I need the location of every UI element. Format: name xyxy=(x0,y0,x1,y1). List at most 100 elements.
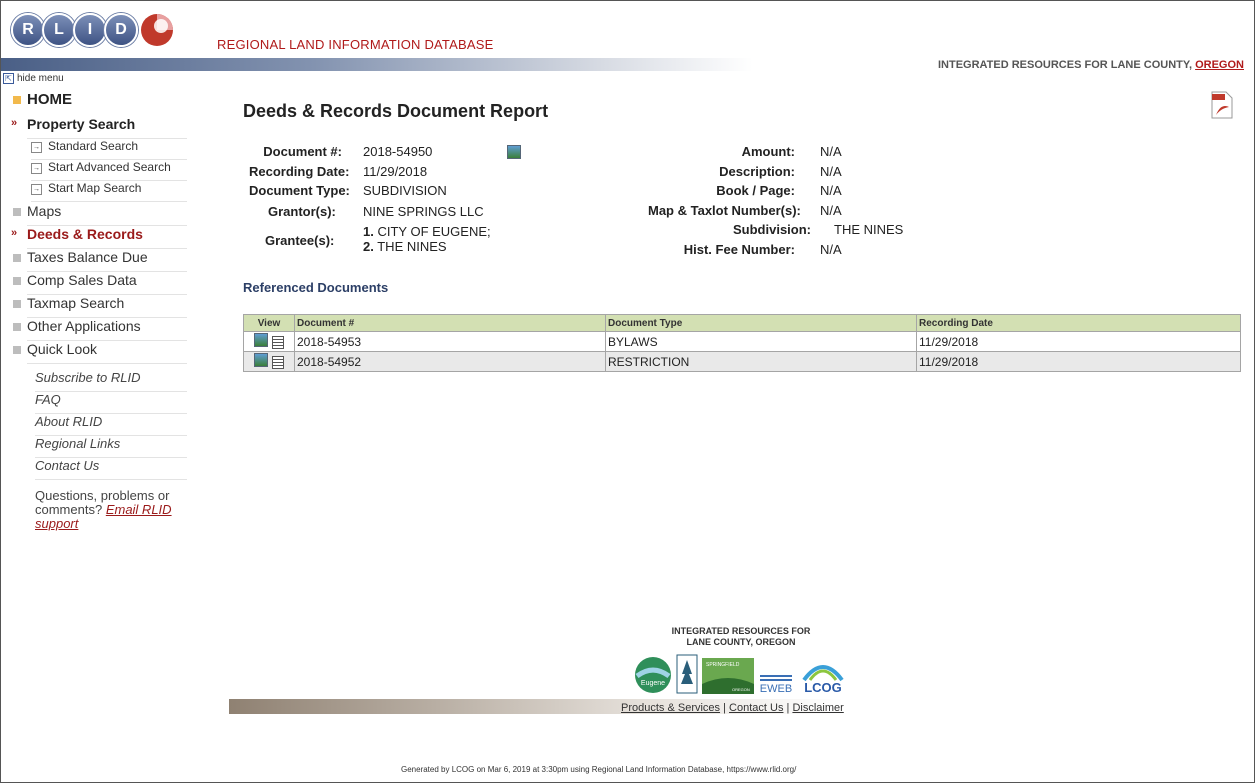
generated-note: Generated by LCOG on Mar 6, 2019 at 3:30… xyxy=(401,765,797,774)
springfield-logo-icon[interactable]: SPRINGFIELD OREGON xyxy=(702,658,754,694)
view-cell xyxy=(243,351,295,372)
sidebar-item-taxes[interactable]: Taxes Balance Due xyxy=(13,249,187,272)
sidebar-link-about[interactable]: About RLID xyxy=(35,414,187,436)
logo-letter-l: L xyxy=(42,13,76,47)
lane-county-logo-icon[interactable] xyxy=(676,654,698,694)
column-recording-date: Recording Date xyxy=(916,314,1241,332)
document-type-cell: RESTRICTION xyxy=(605,351,917,372)
grantee-2-num: 2. xyxy=(363,239,374,254)
sidebar-subitem-advanced-search[interactable]: → Start Advanced Search xyxy=(31,160,187,181)
column-document-number: Document # xyxy=(294,314,606,332)
square-bullet-icon xyxy=(13,254,21,262)
sidebar-link-faq[interactable]: FAQ xyxy=(35,392,187,414)
arrow-box-icon: → xyxy=(31,142,42,153)
sidebar-link-regional[interactable]: Regional Links xyxy=(35,436,187,458)
map-search-label: Start Map Search xyxy=(48,181,142,195)
sidebar-item-property-search[interactable]: » Property Search xyxy=(11,116,187,139)
column-view: View xyxy=(243,314,295,332)
sidebar-item-comp-sales[interactable]: Comp Sales Data xyxy=(13,272,187,295)
products-services-link[interactable]: Products & Services xyxy=(621,702,720,714)
table-row: 2018-54953 BYLAWS 11/29/2018 xyxy=(243,331,1241,352)
footer-contact-link[interactable]: Contact Us xyxy=(729,702,783,714)
document-number-value: 2018-54950 xyxy=(363,144,433,159)
disclaimer-link[interactable]: Disclaimer xyxy=(792,702,843,714)
map-taxlot-value: N/A xyxy=(820,203,842,218)
partner-logos: INTEGRATED RESOURCES FOR LANE COUNTY, OR… xyxy=(601,626,881,694)
recording-date-cell: 11/29/2018 xyxy=(916,351,1241,372)
oregon-link[interactable]: OREGON xyxy=(1195,59,1244,71)
site-header: R L I D REGIONAL LAND INFORMATION DATABA… xyxy=(1,1,1254,59)
arrow-box-icon: → xyxy=(31,184,42,195)
logo-letter-r: R xyxy=(11,13,45,47)
other-apps-label: Other Applications xyxy=(27,318,141,334)
sidebar-item-other-apps[interactable]: Other Applications xyxy=(13,318,187,341)
document-type-cell: BYLAWS xyxy=(605,331,917,352)
logo-letter-d: D xyxy=(104,13,138,47)
image-view-icon[interactable] xyxy=(254,353,269,367)
grantee-label: Grantee(s): xyxy=(265,233,335,248)
grantee-1-value: CITY OF EUGENE; xyxy=(377,224,491,239)
sidebar-link-contact[interactable]: Contact Us xyxy=(35,458,187,480)
grantee-2: 2. THE NINES xyxy=(363,239,447,254)
sidebar-item-deeds-records[interactable]: » Deeds & Records xyxy=(11,226,187,249)
taxmap-label: Taxmap Search xyxy=(27,295,125,311)
description-value: N/A xyxy=(820,164,842,179)
home-square-icon xyxy=(13,96,21,104)
rlid-logo[interactable]: R L I D xyxy=(11,11,175,49)
hide-menu-toggle[interactable]: ⇱ hide menu xyxy=(3,73,64,84)
eweb-logo-icon[interactable]: EWEB xyxy=(758,670,794,694)
logo-letter-i: I xyxy=(73,13,107,47)
image-view-icon[interactable] xyxy=(254,333,269,347)
site-title: REGIONAL LAND INFORMATION DATABASE xyxy=(217,37,494,52)
integrated-resources-text: INTEGRATED RESOURCES FOR LANE COUNTY, OR… xyxy=(938,59,1244,71)
square-bullet-icon xyxy=(13,208,21,216)
sidebar-item-taxmap[interactable]: Taxmap Search xyxy=(13,295,187,318)
standard-search-label: Standard Search xyxy=(48,139,139,153)
sidebar-item-home[interactable]: HOME xyxy=(13,91,187,113)
grantor-label: Grantor(s): xyxy=(268,204,336,219)
grantor-value: NINE SPRINGS LLC xyxy=(363,204,484,219)
double-chevron-icon: » xyxy=(11,227,18,239)
document-number-cell: 2018-54953 xyxy=(294,331,606,352)
sidebar-subitem-map-search[interactable]: → Start Map Search xyxy=(31,181,187,202)
lcog-logo-icon[interactable]: LCOG xyxy=(798,658,848,694)
lcog-logo-text: LCOG xyxy=(804,680,842,694)
grantee-2-value: THE NINES xyxy=(377,239,447,254)
grantee-1-num: 1. xyxy=(363,224,374,239)
square-bullet-icon xyxy=(13,277,21,285)
book-page-label: Book / Page: xyxy=(716,183,795,198)
footer-links: Products & Services | Contact Us | Discl… xyxy=(621,702,844,714)
amount-label: Amount: xyxy=(741,144,795,159)
page-title: Deeds & Records Document Report xyxy=(243,101,549,121)
page-frame: R L I D REGIONAL LAND INFORMATION DATABA… xyxy=(0,0,1255,783)
eugene-logo-icon[interactable]: Eugene xyxy=(634,656,672,694)
sidebar-item-quick-look[interactable]: Quick Look xyxy=(13,341,187,364)
square-bullet-icon xyxy=(13,323,21,331)
hist-fee-value: N/A xyxy=(820,242,842,257)
integrated-prefix: INTEGRATED RESOURCES FOR LANE COUNTY, xyxy=(938,59,1196,71)
document-image-icon[interactable] xyxy=(507,145,521,159)
hist-fee-label: Hist. Fee Number: xyxy=(683,242,795,257)
sidebar-link-subscribe[interactable]: Subscribe to RLID xyxy=(35,370,187,392)
arrow-box-icon: → xyxy=(31,163,42,174)
logos-row: Eugene SPRINGFIELD OREGON EWEB LCOG xyxy=(601,654,881,694)
view-cell xyxy=(243,331,295,352)
book-page-value: N/A xyxy=(820,183,842,198)
grantee-1: 1. CITY OF EUGENE; xyxy=(363,224,491,239)
sidebar-subitem-standard-search[interactable]: → Standard Search xyxy=(31,139,187,160)
maps-label: Maps xyxy=(27,203,62,219)
square-bullet-icon xyxy=(13,346,21,354)
referenced-documents-heading: Referenced Documents xyxy=(243,280,389,295)
double-chevron-icon: » xyxy=(11,117,18,129)
support-note: Questions, problems or comments? Email R… xyxy=(35,489,195,531)
sidebar-item-maps[interactable]: Maps xyxy=(13,203,187,226)
document-view-icon[interactable] xyxy=(271,336,284,349)
comp-sales-label: Comp Sales Data xyxy=(27,272,137,288)
hide-menu-label: hide menu xyxy=(17,73,64,84)
oregon-logo-text: OREGON xyxy=(732,687,750,692)
pdf-icon[interactable] xyxy=(1211,91,1233,119)
eweb-logo-text: EWEB xyxy=(760,683,792,694)
referenced-documents-table: View Document # Document Type Recording … xyxy=(243,314,1241,372)
footer-title-line2: LANE COUNTY, OREGON xyxy=(686,637,796,647)
document-view-icon[interactable] xyxy=(271,356,284,369)
